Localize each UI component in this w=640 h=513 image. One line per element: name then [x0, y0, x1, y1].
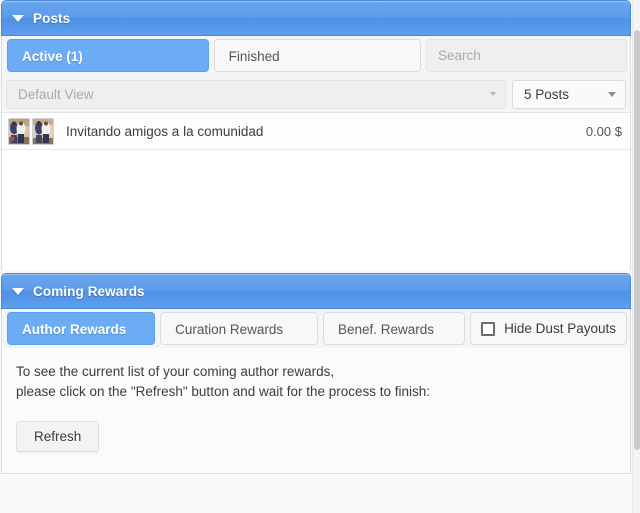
post-thumbnails	[8, 117, 54, 145]
posts-count-value: 5 Posts	[524, 86, 570, 102]
rewards-instruction-line-2: please click on the "Refresh" button and…	[16, 384, 431, 399]
vertical-scrollbar[interactable]	[632, 0, 640, 513]
rewards-body: To see the current list of your coming a…	[1, 348, 631, 474]
coming-rewards-panel: Coming Rewards Author Rewards Curation R…	[1, 273, 631, 474]
posts-rewards-app: Posts Active (1) Finished Default View 5…	[0, 0, 640, 513]
hide-dust-payouts-label: Hide Dust Payouts	[504, 321, 616, 336]
rewards-instruction-line-1: To see the current list of your coming a…	[16, 364, 335, 379]
hide-dust-payouts-checkbox[interactable]	[481, 321, 496, 336]
hide-dust-payouts-toggle[interactable]: Hide Dust Payouts	[470, 312, 627, 345]
posts-count-select[interactable]: 5 Posts	[512, 79, 626, 109]
post-list: Invitando amigos a la comunidad 0.00 $	[1, 113, 631, 270]
view-select-value: Default View	[18, 86, 94, 102]
rewards-panel-title: Coming Rewards	[33, 283, 145, 299]
caret-down-icon[interactable]	[12, 14, 24, 22]
tab-finished-posts[interactable]: Finished	[213, 39, 421, 72]
tab-author-rewards[interactable]: Author Rewards	[7, 312, 156, 345]
post-title: Invitando amigos a la comunidad	[66, 123, 264, 139]
content-wrapper: Posts Active (1) Finished Default View 5…	[0, 0, 632, 474]
post-payout: 0.00 $	[585, 123, 622, 139]
posts-filter-row: Default View 5 Posts	[1, 76, 631, 113]
post-thumbnail-image	[32, 117, 54, 145]
posts-panel-header[interactable]: Posts	[1, 0, 631, 36]
search-input[interactable]	[426, 39, 627, 72]
posts-panel: Posts Active (1) Finished Default View 5…	[1, 0, 631, 270]
posts-tabs-row: Active (1) Finished	[1, 36, 631, 76]
table-row[interactable]: Invitando amigos a la comunidad 0.00 $	[2, 113, 630, 150]
chevron-down-icon	[490, 92, 496, 96]
chevron-down-icon	[608, 92, 616, 97]
scrollbar-thumb[interactable]	[634, 30, 640, 450]
tab-curation-rewards[interactable]: Curation Rewards	[160, 312, 318, 345]
post-thumbnail-image	[8, 117, 30, 145]
post-list-empty-area	[2, 150, 630, 269]
tab-benef-rewards[interactable]: Benef. Rewards	[323, 312, 466, 345]
rewards-panel-header[interactable]: Coming Rewards	[1, 273, 631, 309]
posts-panel-title: Posts	[33, 10, 71, 26]
tab-active-posts[interactable]: Active (1)	[7, 39, 209, 72]
caret-down-icon[interactable]	[12, 287, 24, 295]
rewards-tabs-row: Author Rewards Curation Rewards Benef. R…	[1, 309, 631, 348]
view-select[interactable]: Default View	[6, 79, 506, 109]
refresh-button[interactable]: Refresh	[16, 421, 100, 452]
